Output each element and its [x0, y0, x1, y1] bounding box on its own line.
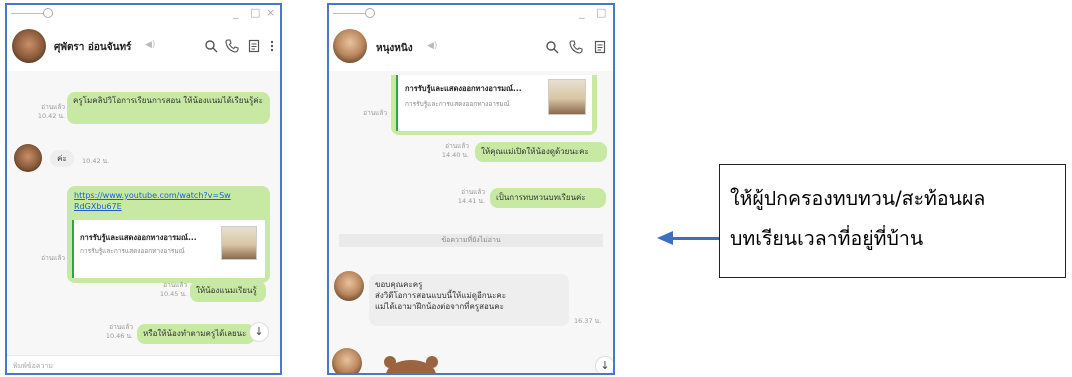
maximize-button[interactable]: □	[250, 6, 260, 20]
video-preview-card[interactable]: การรับรู้และแสดงออกทางอารมณ์... การรับรู…	[396, 75, 592, 131]
message-bubble[interactable]: ครูโมคลิปวิโอการเรียนการสอน ให้น้องแนมได…	[67, 92, 270, 124]
contact-name[interactable]: ศุพัตรา อ่อนจันทร์	[54, 40, 131, 55]
contact-avatar[interactable]	[333, 29, 367, 63]
message-text: เป็นการทบทวนบทเรียนค่ะ	[496, 193, 586, 202]
card-title: การรับรู้และแสดงออกทางอารมณ์...	[405, 84, 522, 93]
chat-window-2: _ □ หนุงหนิง ◀) การรับรู้และแสดงออกทางอา…	[327, 3, 615, 375]
read-status: อ่านแล้ว	[41, 103, 65, 111]
message-meta: อ่านแล้ว 14.41 น.	[435, 188, 485, 206]
read-status: อ่านแล้ว	[41, 254, 65, 262]
phone-icon[interactable]	[225, 39, 239, 53]
callout-line-1: ให้ผู้ปกครองทบทวน/สะท้อนผล	[730, 187, 986, 210]
contact-avatar[interactable]	[12, 29, 46, 63]
read-status: อ่านแล้ว	[445, 142, 469, 150]
reply-line-2: ส่งวิดีโอการสอนแบบนี้ให้แม่ดูอีกนะคะ	[375, 291, 507, 300]
message-time: 10.46 น.	[105, 332, 133, 340]
youtube-link[interactable]: https://www.youtube.com/watch?v=SwRdGXbu…	[74, 190, 234, 212]
card-subtitle: การรับรู้และการแสดงออกทางอารมณ์	[80, 247, 185, 255]
message-meta: อ่านแล้ว 10.46 น.	[87, 323, 133, 341]
chat-header: ศุพัตรา อ่อนจันทร์ ◀)	[7, 23, 280, 71]
video-preview-card[interactable]: การรับรู้และแสดงออกทางอารมณ์... การรับรู…	[72, 220, 265, 278]
notes-icon[interactable]	[593, 40, 607, 54]
message-input[interactable]: พิมพ์ข้อความ	[7, 355, 280, 373]
close-button[interactable]: ×	[266, 6, 275, 20]
opacity-slider-track[interactable]	[11, 13, 47, 14]
link-message-bubble[interactable]: https://www.youtube.com/watch?v=SwRdGXbu…	[67, 186, 270, 283]
arrow-down-icon: ↓	[600, 359, 610, 372]
message-bubble[interactable]: หรือให้น้องทำตามครูได้เลยนะ	[137, 324, 255, 344]
read-status: อ่านแล้ว	[461, 188, 485, 196]
opacity-slider-handle[interactable]	[365, 8, 375, 18]
contact-name[interactable]: หนุงหนิง	[376, 41, 413, 56]
maximize-button[interactable]: □	[596, 6, 606, 20]
callout-box: ให้ผู้ปกครองทบทวน/สะท้อนผล บทเรียนเวลาที…	[719, 164, 1066, 278]
search-icon[interactable]	[545, 40, 559, 54]
more-options-icon[interactable]	[265, 39, 279, 53]
minimize-button[interactable]: _	[233, 6, 239, 20]
message-time: 10.42 น.	[82, 157, 110, 165]
message-text: ให้น้องแนมเรียนรู้	[196, 286, 257, 295]
speaker-icon: ◀)	[145, 40, 156, 50]
arrow-down-icon: ↓	[254, 325, 264, 338]
chat-window-1: _ □ × ศุพัตรา อ่อนจันทร์ ◀) อ่านแล้ว 10.…	[5, 3, 282, 375]
input-placeholder: พิมพ์ข้อความ	[13, 362, 53, 370]
message-area[interactable]: การรับรู้และแสดงออกทางอารมณ์... การรับรู…	[329, 71, 613, 373]
notes-icon[interactable]	[247, 39, 261, 53]
search-icon[interactable]	[204, 39, 218, 53]
title-bar: _ □ ×	[7, 5, 280, 23]
read-status: อ่านแล้ว	[163, 281, 187, 289]
minimize-button[interactable]: _	[579, 6, 585, 20]
message-text: ให้คุณแม่เปิดให้น้องดูด้วยนะคะ	[481, 147, 589, 156]
reply-line-3: แม่ได้เอามาฝึกน้องต่อจากที่ครูสอนคะ	[375, 302, 504, 311]
message-bubble[interactable]: เป็นการทบทวนบทเรียนค่ะ	[490, 188, 606, 208]
contact-avatar-small[interactable]	[334, 271, 364, 301]
contact-avatar-small[interactable]	[14, 144, 42, 172]
message-time: 10.42 น.	[37, 112, 65, 120]
phone-icon[interactable]	[569, 40, 583, 54]
message-meta: อ่านแล้ว 14.40 น.	[419, 142, 469, 160]
bear-ear	[384, 356, 396, 368]
message-text: หรือให้น้องทำตามครูได้เลยนะ	[143, 329, 247, 338]
callout-line-2: บทเรียนเวลาที่อยู่ที่บ้าน	[730, 227, 924, 250]
message-bubble[interactable]: ให้น้องแนมเรียนรู้	[190, 281, 266, 302]
contact-avatar-small[interactable]	[332, 348, 362, 373]
message-bubble[interactable]: ให้คุณแม่เปิดให้น้องดูด้วยนะคะ	[475, 142, 607, 162]
arrow-left-icon	[657, 231, 673, 245]
bear-ear	[426, 356, 438, 368]
chat-header: หนุงหนิง ◀)	[329, 23, 613, 71]
speaker-icon: ◀)	[427, 41, 438, 51]
card-title: การรับรู้และแสดงออกทางอารมณ์...	[80, 233, 197, 242]
message-meta: อ่านแล้ว 10.45 น.	[137, 281, 187, 299]
message-text: ครูโมคลิปวิโอการเรียนการสอน ให้น้องแนมได…	[73, 96, 263, 105]
message-meta: อ่านแล้ว 10.42 น.	[21, 103, 65, 121]
title-bar: _ □	[329, 5, 613, 23]
incoming-bubble[interactable]: ค่ะ	[50, 150, 74, 167]
scroll-down-button[interactable]: ↓	[249, 322, 269, 342]
reply-line-1: ขอบคุณคะครู	[375, 280, 423, 289]
scroll-down-button[interactable]: ↓	[595, 356, 613, 373]
opacity-slider-track[interactable]	[333, 13, 369, 14]
read-status: อ่านแล้ว	[109, 323, 133, 331]
message-time: 14.41 น.	[457, 197, 485, 205]
message-time: 14.40 น.	[441, 151, 469, 159]
video-thumbnail[interactable]	[221, 226, 257, 260]
incoming-bubble[interactable]: ขอบคุณคะครู ส่งวิดีโอการสอนแบบนี้ให้แม่ด…	[369, 274, 569, 326]
unread-divider: ข้อความที่ยังไม่อ่าน	[339, 234, 603, 247]
bear-sticker[interactable]	[384, 356, 438, 373]
link-message-bubble[interactable]: การรับรู้และแสดงออกทางอารมณ์... การรับรู…	[391, 75, 597, 135]
message-text: ค่ะ	[57, 154, 67, 163]
opacity-slider-handle[interactable]	[43, 8, 53, 18]
message-area[interactable]: อ่านแล้ว 10.42 น. ครูโมคลิปวิโอการเรียนก…	[7, 71, 280, 373]
video-thumbnail[interactable]	[548, 79, 586, 115]
card-subtitle: การรับรู้และการแสดงออกทางอารมณ์	[405, 100, 510, 108]
message-time: 10.45 น.	[159, 290, 187, 298]
arrow-shaft	[672, 237, 720, 240]
message-time: 16.37 น.	[574, 317, 602, 325]
read-status: อ่านแล้ว	[363, 109, 387, 117]
